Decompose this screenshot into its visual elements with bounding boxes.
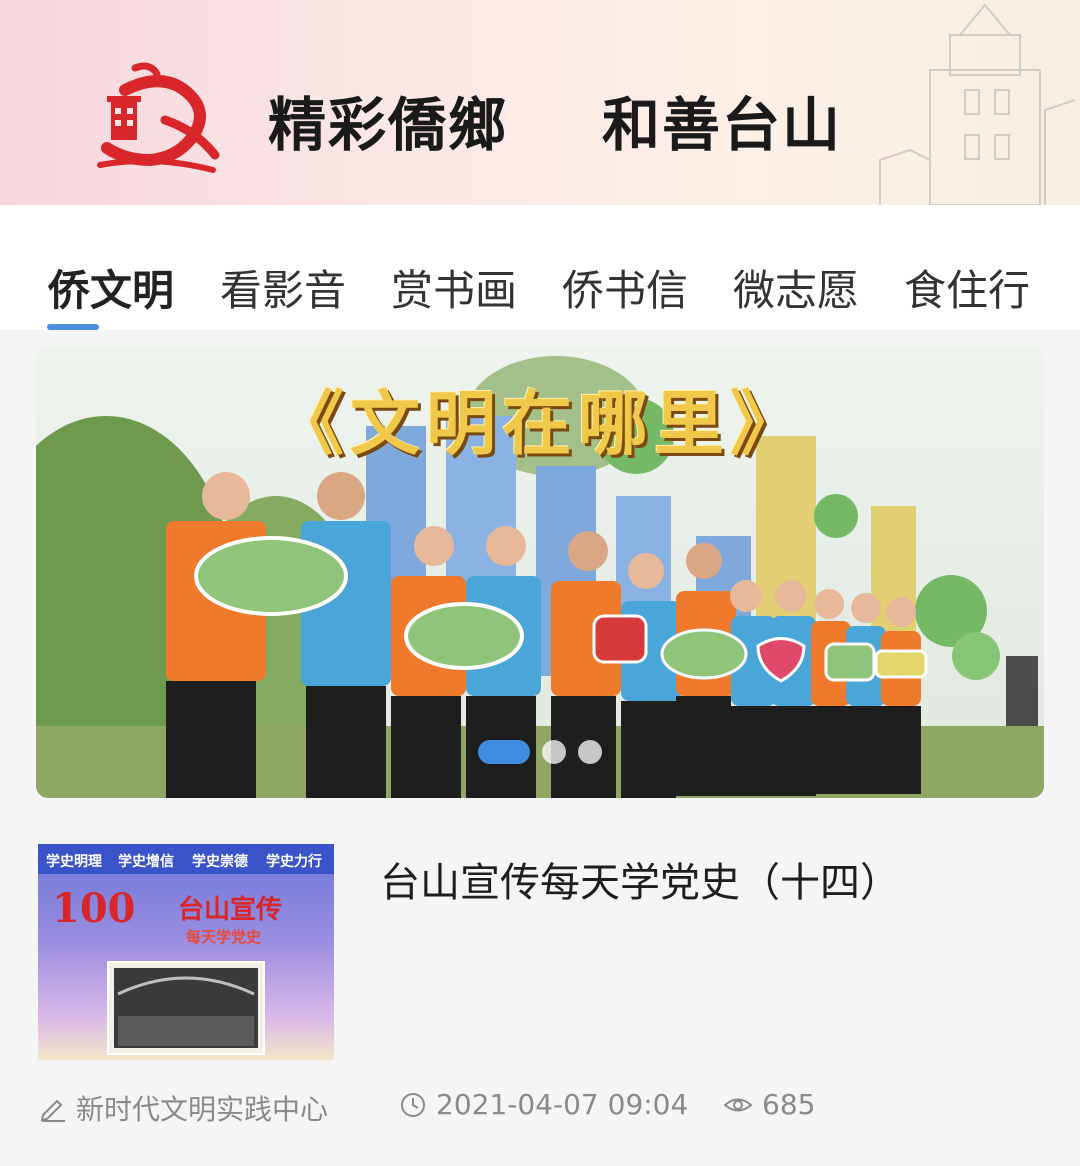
- thumb-slogan-4: 学史力行: [266, 853, 322, 870]
- article-title[interactable]: 台山宣传每天学党史（十四）: [380, 850, 900, 908]
- clock-icon: [401, 1092, 425, 1117]
- tab-kan-yingyin[interactable]: 看影音: [220, 257, 346, 318]
- active-tab-indicator: [47, 324, 99, 330]
- article-datetime: 2021-04-07 09:04: [436, 1088, 689, 1121]
- tab-shi-zhuxing[interactable]: 食住行: [904, 257, 1030, 318]
- article-time: 2021-04-07 09:04: [398, 1088, 688, 1121]
- category-tabs: 侨文明 看影音 赏书画 侨书信 微志愿 食住行: [0, 205, 1080, 330]
- party-history-poster: 学史明理 学史增信 学史崇德 学史力行 100 台山宣传 每天学党史: [38, 844, 334, 1055]
- carousel-dot-1[interactable]: [478, 740, 530, 764]
- tab-shang-shuhua[interactable]: 赏书画: [391, 257, 517, 318]
- taishan-logo: [97, 62, 220, 173]
- slogan-left: 精彩僑鄉: [268, 91, 509, 159]
- tab-qiao-wenming[interactable]: 侨文明: [48, 257, 174, 318]
- article-views: 685: [722, 1088, 815, 1121]
- thumb-slogan-3: 学史崇德: [192, 853, 248, 870]
- thumb-100-badge: 100: [52, 885, 136, 932]
- tab-qiao-shuxin[interactable]: 侨书信: [562, 257, 688, 318]
- article-view-count: 685: [762, 1088, 816, 1121]
- thumb-heading: 台山宣传: [178, 894, 282, 925]
- tower-illustration: [879, 3, 1076, 205]
- article-thumbnail[interactable]: 学史明理 学史增信 学史崇德 学史力行 100 台山宣传 每天学党史: [38, 844, 334, 1060]
- header-banner: 精彩僑鄉 和善台山: [0, 0, 1080, 205]
- slogan-right: 和善台山: [602, 91, 843, 159]
- article-item[interactable]: 学史明理 学史增信 学史崇德 学史力行 100 台山宣传 每天学党史 台山宣传每…: [0, 830, 1080, 1160]
- thumb-subheading: 每天学党史: [186, 928, 262, 946]
- tab-wei-zhiyuan[interactable]: 微志愿: [733, 257, 859, 318]
- article-author: 新时代文明实践中心: [38, 1088, 328, 1128]
- article-author-name: 新时代文明实践中心: [76, 1093, 329, 1126]
- pencil-icon: [40, 1099, 65, 1122]
- carousel-dot-3[interactable]: [578, 740, 602, 764]
- eye-icon: [723, 1098, 753, 1111]
- carousel-dot-2[interactable]: [542, 740, 566, 764]
- carousel-dots: [478, 740, 602, 764]
- carousel-banner[interactable]: 《文明在哪里》: [36, 346, 1044, 798]
- thumb-slogan-1: 学史明理: [46, 853, 102, 870]
- thumb-slogan-2: 学史增信: [118, 853, 174, 870]
- banner-title: 《文明在哪里》: [274, 382, 806, 465]
